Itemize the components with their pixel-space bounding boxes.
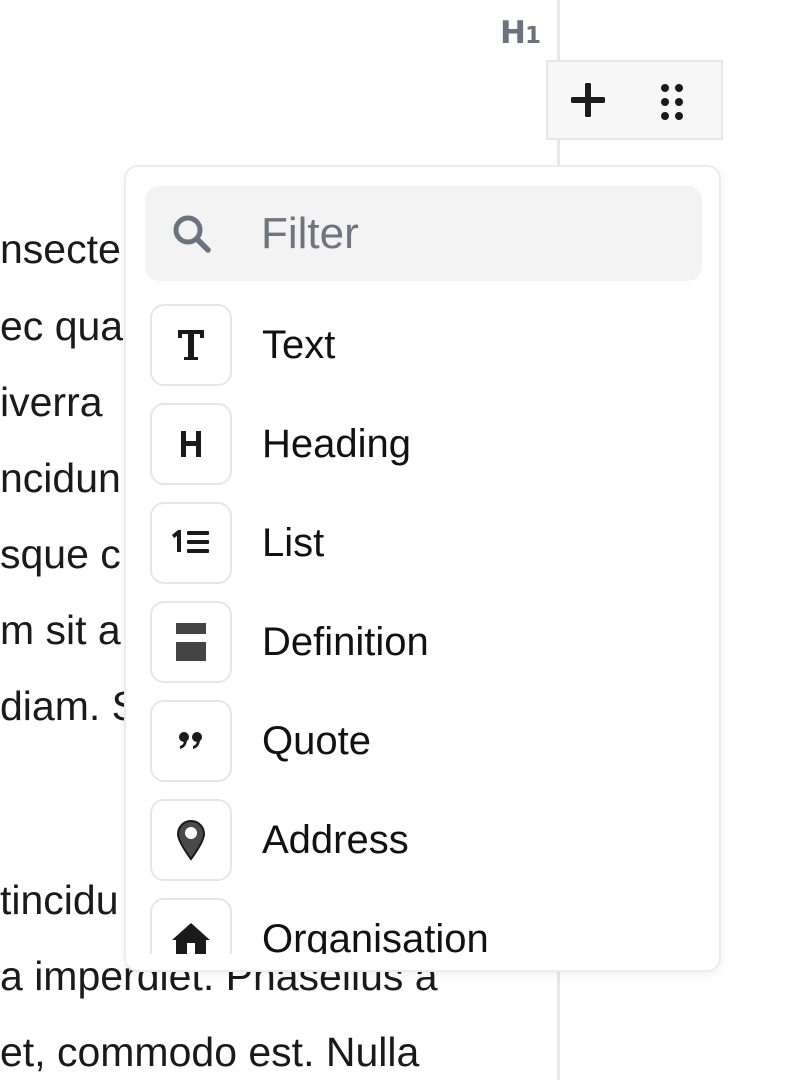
quote-icon xyxy=(179,732,202,749)
heading-level-letter: H xyxy=(500,15,526,51)
block-type-menu: Text Heading xyxy=(124,165,721,972)
menu-item-heading[interactable]: Heading xyxy=(150,403,690,487)
body-text-line: ncidun xyxy=(0,455,121,501)
body-text-line: m sit a xyxy=(0,607,121,653)
heading-level-indicator: H1 xyxy=(500,15,541,51)
add-block-button[interactable] xyxy=(568,80,608,120)
menu-item-list[interactable]: List xyxy=(150,502,690,586)
body-text-line: nsecte xyxy=(0,226,121,272)
search-icon xyxy=(173,215,211,253)
menu-item-label: Heading xyxy=(262,422,412,466)
block-toolbar xyxy=(546,60,723,140)
ordered-list-icon xyxy=(172,530,209,553)
menu-item-icon-tile xyxy=(150,304,232,386)
menu-item-icon-tile xyxy=(150,799,232,881)
menu-item-label: List xyxy=(262,521,325,565)
house-icon xyxy=(172,923,210,954)
body-text-line: sque c xyxy=(0,531,121,577)
body-text-line: iverra xyxy=(0,379,103,425)
menu-item-icon-tile xyxy=(150,502,232,584)
menu-item-label: Definition xyxy=(262,620,429,664)
definition-icon xyxy=(176,623,206,661)
plus-icon xyxy=(571,83,605,117)
menu-item-icon-tile xyxy=(150,403,232,485)
filter-input[interactable] xyxy=(261,206,681,262)
menu-item-organisation[interactable]: Organisation xyxy=(150,898,690,954)
menu-item-definition[interactable]: Definition xyxy=(150,601,690,685)
menu-item-label: Address xyxy=(262,818,409,862)
menu-item-label: Text xyxy=(262,323,336,367)
menu-item-label: Organisation xyxy=(262,917,489,954)
block-type-list: Text Heading List Definition Quote Addre… xyxy=(126,303,719,954)
editor-page: nsecte ec qua iverra ncidun sque c m sit… xyxy=(0,0,807,1080)
map-pin-icon xyxy=(176,820,206,861)
menu-item-label: Quote xyxy=(262,719,371,763)
body-text-line: tincidu xyxy=(0,877,119,923)
body-text-line: diam. S xyxy=(0,683,139,729)
menu-item-icon-tile xyxy=(150,898,232,954)
text-type-icon xyxy=(178,330,204,360)
menu-item-text[interactable]: Text xyxy=(150,304,690,388)
drag-handle-dots-icon xyxy=(661,84,683,120)
menu-item-icon-tile xyxy=(150,700,232,782)
body-text-line: ec qua xyxy=(0,303,124,349)
heading-level-number: 1 xyxy=(524,23,541,49)
menu-item-icon-tile xyxy=(150,601,232,683)
menu-item-address[interactable]: Address xyxy=(150,799,690,883)
drag-block-handle[interactable] xyxy=(655,82,689,122)
body-text-line: et, commodo est. Nulla xyxy=(0,1029,420,1075)
menu-item-quote[interactable]: Quote xyxy=(150,700,690,784)
heading-icon xyxy=(181,431,201,457)
filter-box xyxy=(145,186,702,281)
